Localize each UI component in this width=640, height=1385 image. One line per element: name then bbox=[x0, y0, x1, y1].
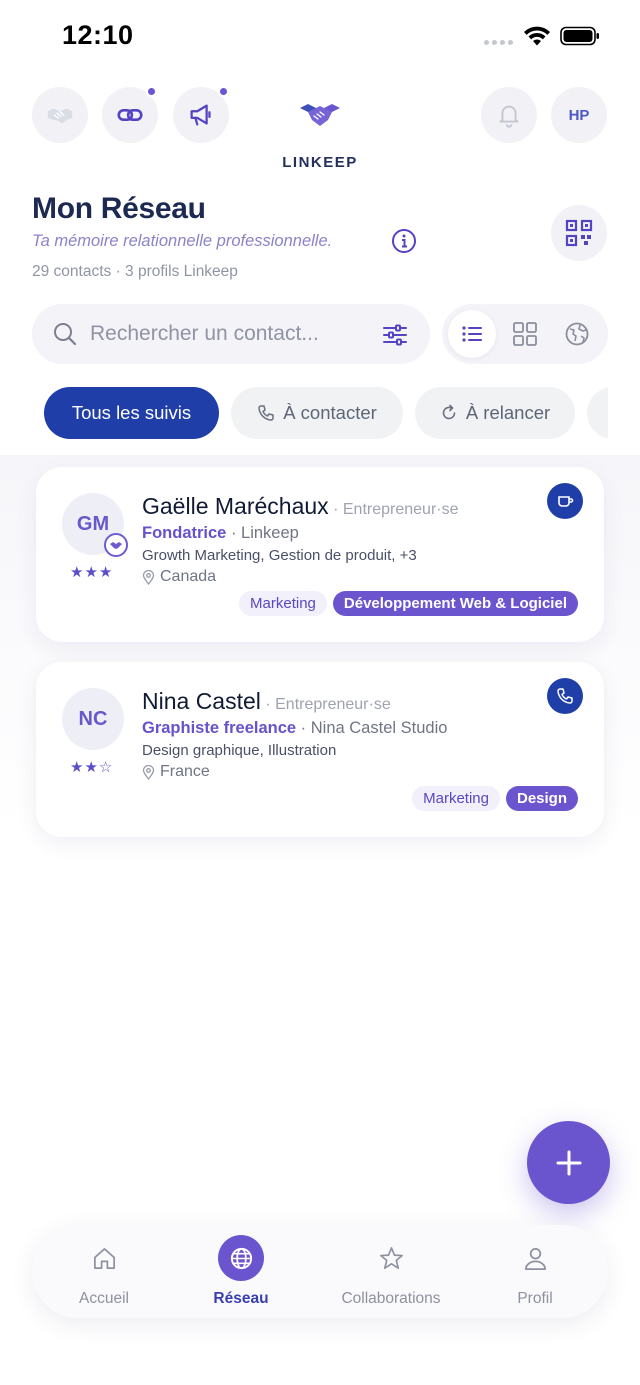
contact-card[interactable]: GM ★★★ Gaëlle Maréchaux · Entrepreneur·s… bbox=[36, 467, 604, 642]
search-input[interactable] bbox=[90, 304, 360, 364]
nav-collaborations[interactable]: Collaborations bbox=[326, 1225, 456, 1318]
map-view-button[interactable] bbox=[553, 310, 601, 358]
contact-avatar: NC bbox=[62, 688, 124, 750]
list-icon bbox=[462, 326, 482, 342]
nav-label: Réseau bbox=[213, 1290, 269, 1307]
tag: Marketing bbox=[239, 591, 327, 616]
phone-icon bbox=[557, 688, 573, 704]
coffee-action-button[interactable] bbox=[547, 483, 583, 519]
globe-icon bbox=[230, 1247, 252, 1269]
nav-label: Accueil bbox=[79, 1290, 129, 1307]
contact-rating: ★★☆ bbox=[70, 759, 114, 776]
qr-code-icon bbox=[565, 219, 593, 247]
linkeep-badge-icon bbox=[104, 533, 128, 557]
chip-to-follow-up[interactable]: À relancer bbox=[415, 387, 575, 439]
chip-label: À contacter bbox=[283, 402, 377, 423]
battery-icon bbox=[560, 26, 599, 46]
tag: Design bbox=[505, 786, 578, 811]
contact-role: Fondatrice bbox=[142, 524, 227, 542]
grid-view-button[interactable] bbox=[501, 310, 549, 358]
contact-skills: Growth Marketing, Gestion de produit, +3 bbox=[142, 547, 417, 564]
call-action-button[interactable] bbox=[547, 678, 583, 714]
refresh-icon bbox=[442, 404, 456, 420]
contact-country: France bbox=[160, 763, 210, 780]
brand-name: LINKEEP bbox=[282, 154, 358, 171]
status-bar: 12:10 bbox=[0, 0, 640, 70]
home-icon bbox=[93, 1247, 115, 1269]
chip-label: Tous les suivis bbox=[71, 402, 192, 423]
chip-more[interactable] bbox=[587, 387, 608, 439]
status-time: 12:10 bbox=[62, 20, 134, 50]
bottom-navigation: Accueil Réseau Collaborations Profil bbox=[32, 1225, 608, 1318]
contact-tags: Marketing Design bbox=[412, 786, 578, 811]
contact-type: · Entrepreneur·se bbox=[265, 696, 391, 713]
search-box bbox=[32, 304, 430, 364]
contact-company: · Nina Castel Studio bbox=[300, 719, 448, 737]
contact-card[interactable]: NC ★★☆ Nina Castel · Entrepreneur·se Gra… bbox=[36, 662, 604, 837]
handshake-icon bbox=[47, 108, 73, 124]
contact-name: Gaëlle Maréchaux bbox=[142, 493, 329, 519]
contact-header: Gaëlle Maréchaux · Entrepreneur·se bbox=[142, 493, 459, 520]
contact-tags: Marketing Développement Web & Logiciel bbox=[239, 591, 578, 616]
page-subtitle: Ta mémoire relationnelle professionnelle… bbox=[32, 232, 333, 250]
contact-rating: ★★★ bbox=[70, 564, 114, 581]
handshake-button[interactable] bbox=[32, 87, 88, 143]
chip-all[interactable]: Tous les suivis bbox=[44, 387, 219, 439]
contact-header: Nina Castel · Entrepreneur·se bbox=[142, 688, 391, 715]
notifications-button[interactable] bbox=[481, 87, 537, 143]
megaphone-icon bbox=[190, 104, 211, 126]
nav-network[interactable]: Réseau bbox=[195, 1225, 287, 1318]
contact-location: France bbox=[142, 763, 210, 781]
add-contact-button[interactable] bbox=[527, 1121, 610, 1204]
page-title: Mon Réseau bbox=[32, 192, 206, 225]
globe-icon bbox=[565, 322, 589, 346]
contact-type: · Entrepreneur·se bbox=[333, 501, 459, 518]
bell-icon bbox=[499, 105, 519, 128]
contact-location: Canada bbox=[142, 568, 216, 586]
contact-role: Graphiste freelance bbox=[142, 719, 297, 737]
search-icon bbox=[54, 323, 77, 346]
plus-icon bbox=[556, 1150, 581, 1175]
contact-company: · Linkeep bbox=[230, 524, 299, 542]
contacts-stats: 29 contacts · 3 profils Linkeep bbox=[32, 263, 238, 280]
qr-code-button[interactable] bbox=[551, 205, 607, 261]
coffee-icon bbox=[558, 496, 574, 507]
chip-label: À relancer bbox=[465, 402, 551, 423]
view-toggle bbox=[442, 304, 608, 364]
filter-sliders-icon[interactable] bbox=[382, 322, 408, 348]
contact-skills: Design graphique, Illustration bbox=[142, 742, 337, 759]
contact-role-line: Graphiste freelance · Nina Castel Studio bbox=[142, 719, 447, 738]
contact-name: Nina Castel bbox=[142, 688, 261, 714]
nav-home[interactable]: Accueil bbox=[58, 1225, 150, 1318]
info-icon[interactable] bbox=[391, 228, 417, 254]
tag: Développement Web & Logiciel bbox=[332, 591, 578, 616]
nav-profile[interactable]: Profil bbox=[489, 1225, 581, 1318]
user-avatar-button[interactable]: HP bbox=[551, 87, 607, 143]
nav-label: Profil bbox=[517, 1290, 553, 1307]
brand-logo: LINKEEP bbox=[270, 98, 370, 171]
contact-country: Canada bbox=[160, 568, 217, 585]
list-view-button[interactable] bbox=[448, 310, 496, 358]
contact-role-line: Fondatrice · Linkeep bbox=[142, 524, 299, 543]
link-notification-dot bbox=[146, 86, 157, 97]
link-icon bbox=[117, 109, 143, 121]
tag: Marketing bbox=[412, 786, 500, 811]
announcement-notification-dot bbox=[218, 86, 229, 97]
filter-chips: Tous les suivis À contacter À relancer bbox=[44, 387, 608, 439]
linkeep-logo-icon bbox=[300, 104, 340, 126]
grid-icon bbox=[513, 322, 537, 346]
wifi-icon bbox=[524, 26, 550, 46]
location-pin-icon bbox=[142, 764, 155, 780]
chip-to-contact[interactable]: À contacter bbox=[231, 387, 403, 439]
signal-icon bbox=[484, 40, 513, 45]
location-pin-icon bbox=[142, 569, 155, 585]
user-icon bbox=[524, 1247, 546, 1270]
star-icon bbox=[379, 1246, 403, 1269]
phone-icon bbox=[258, 405, 274, 421]
nav-label: Collaborations bbox=[341, 1290, 441, 1307]
